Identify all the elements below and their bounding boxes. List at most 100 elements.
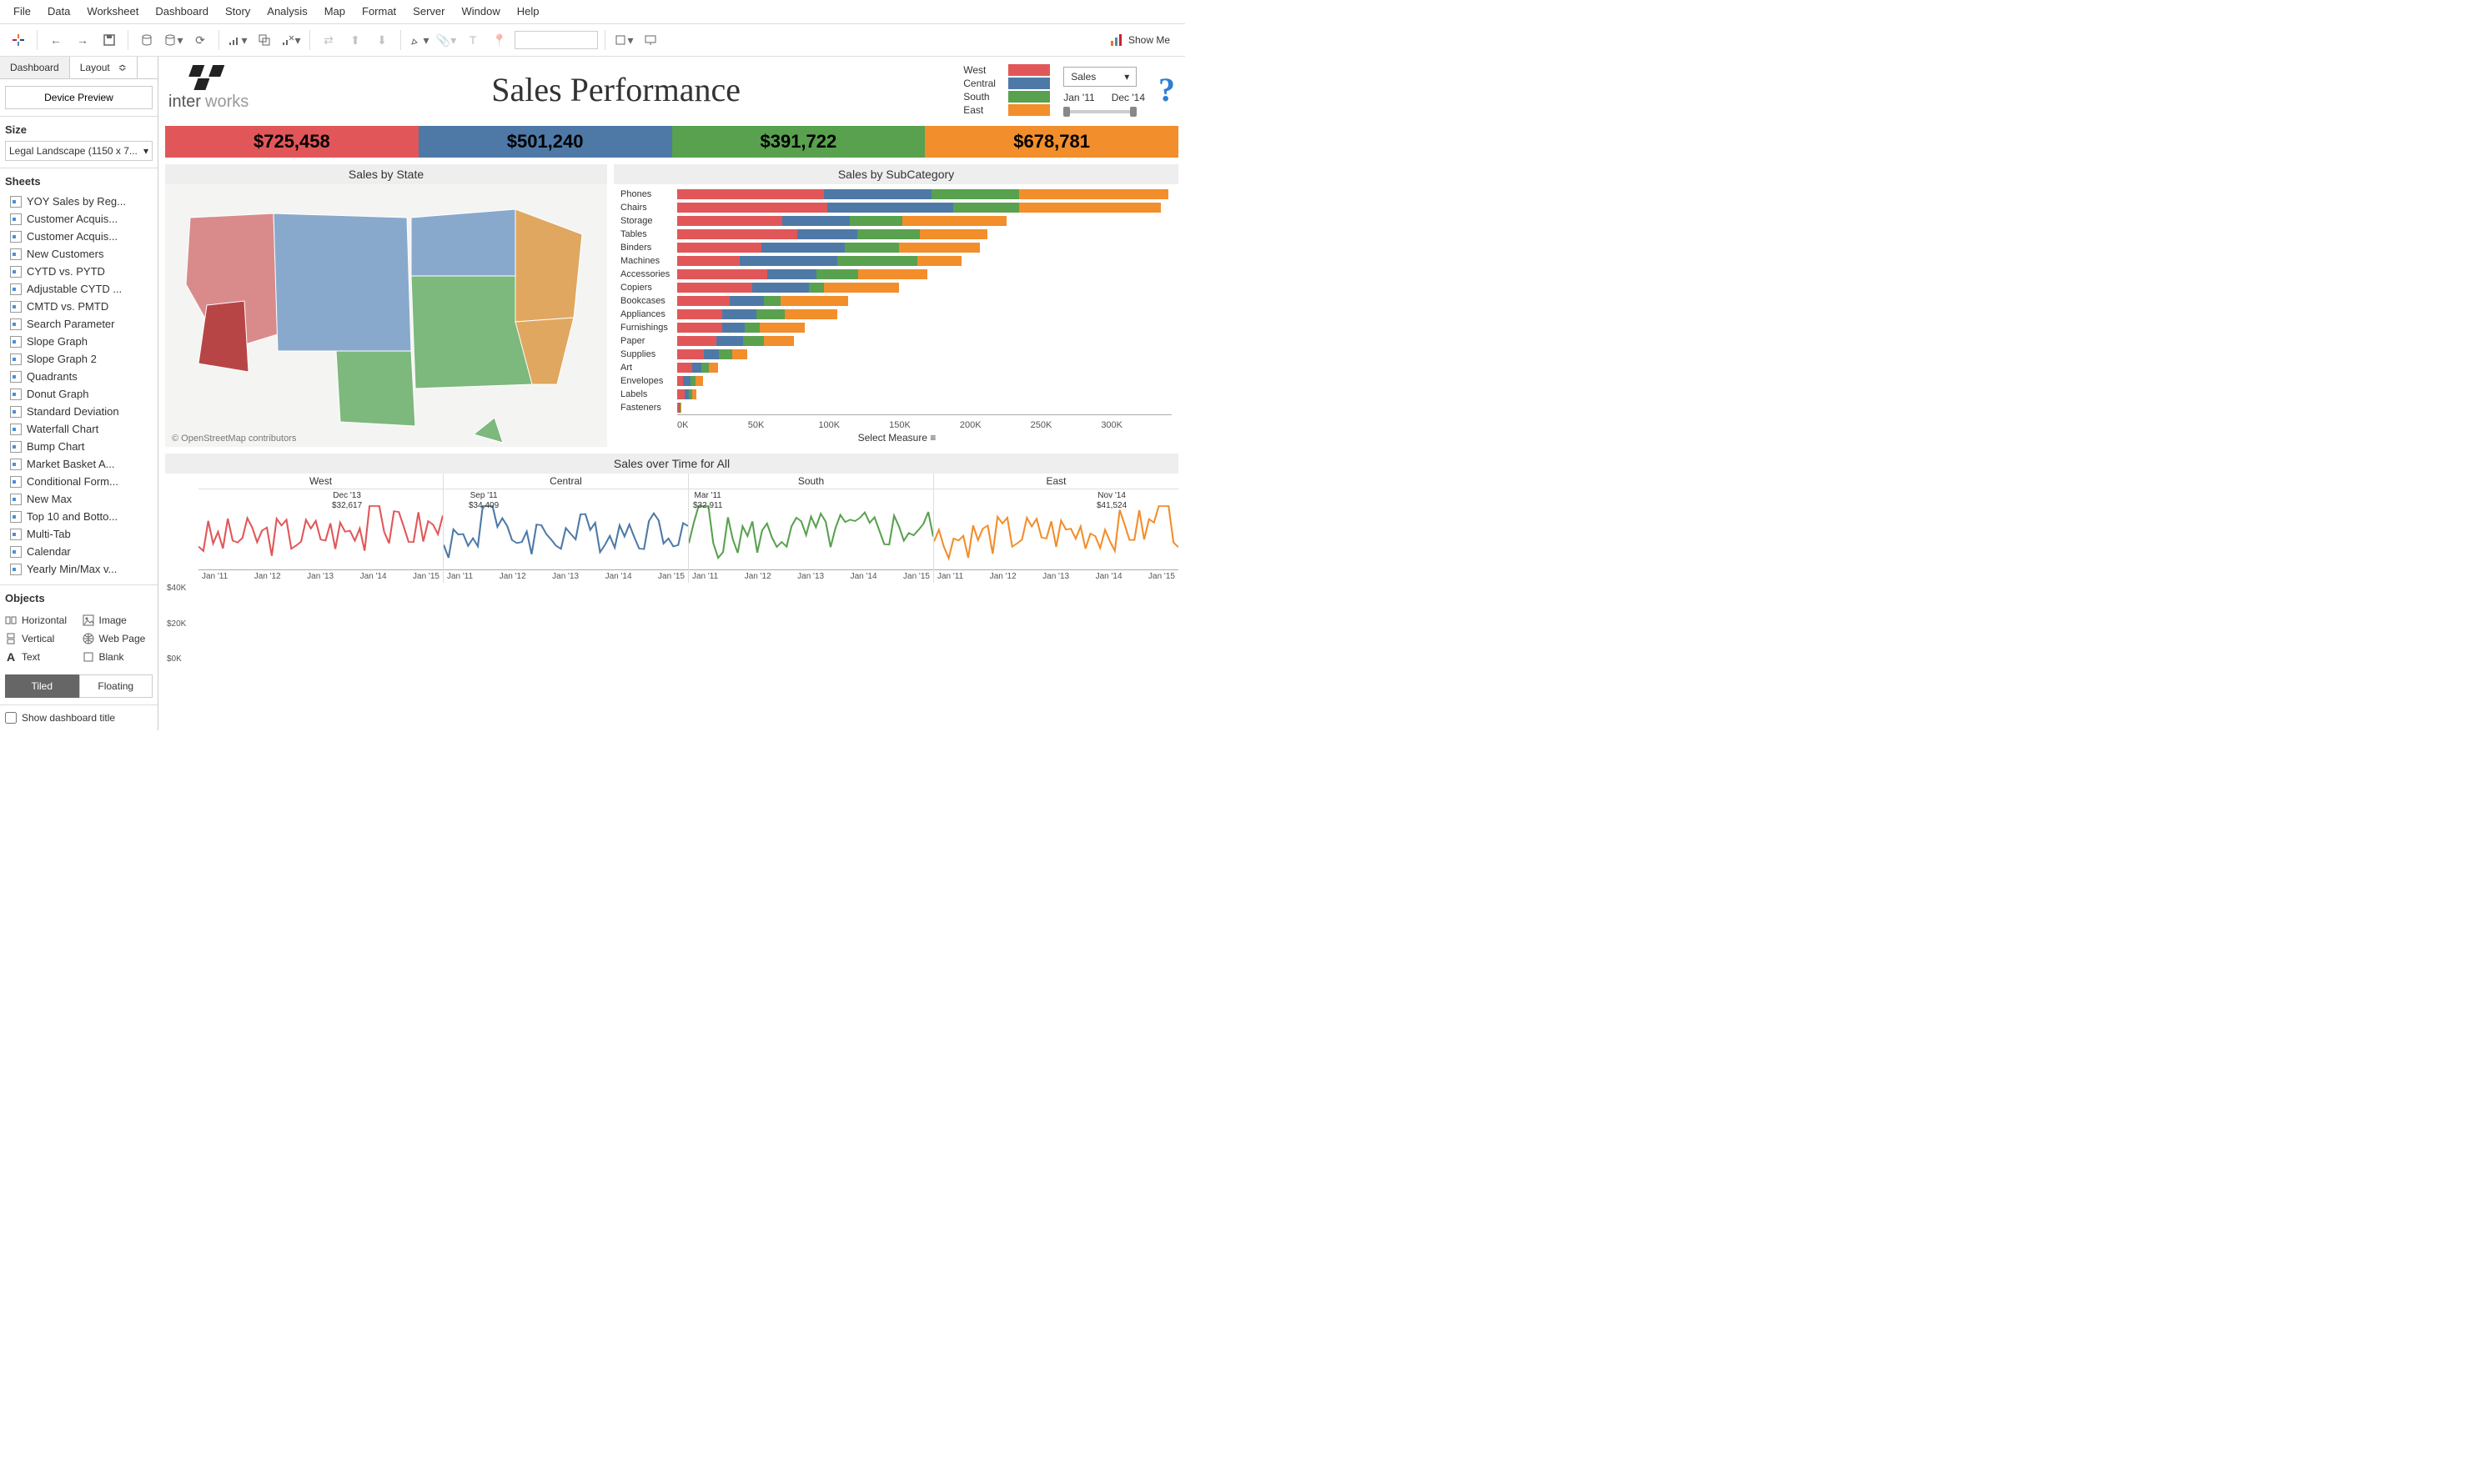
sheet-item[interactable]: Conditional Form... (5, 473, 153, 490)
refresh-icon[interactable]: ⟳ (188, 28, 212, 52)
menu-worksheet[interactable]: Worksheet (78, 2, 147, 21)
bar-row[interactable]: Bookcases (620, 294, 1172, 308)
time-panel-east[interactable]: EastNov '14$41,524Jan '11Jan '12Jan '13J… (934, 474, 1178, 583)
sheet-item[interactable]: Slope Graph (5, 333, 153, 350)
time-panel-central[interactable]: CentralSep '11$34,409Jan '11Jan '12Jan '… (444, 474, 689, 583)
clear-sheet-icon[interactable]: ▾ (279, 28, 303, 52)
bar-row[interactable]: Accessories (620, 268, 1172, 281)
bar-row[interactable]: Appliances (620, 308, 1172, 321)
sheet-item[interactable]: Quadrants (5, 368, 153, 385)
object-web[interactable]: Web Page (83, 631, 153, 646)
group-icon[interactable]: 📎▾ (434, 28, 458, 52)
sheet-item[interactable]: Yearly Min/Max v... (5, 560, 153, 578)
date-slider[interactable] (1063, 110, 1137, 113)
legend-item[interactable]: Central (963, 78, 1050, 89)
tableau-logo-icon[interactable] (7, 28, 30, 52)
sales-map[interactable]: © OpenStreetMap contributors (165, 184, 607, 447)
duplicate-sheet-icon[interactable] (253, 28, 276, 52)
sheet-item[interactable]: Calendar (5, 543, 153, 560)
bar-row[interactable]: Tables (620, 228, 1172, 241)
sheet-item[interactable]: Slope Graph 2 (5, 350, 153, 368)
object-image[interactable]: Image (83, 613, 153, 628)
sheet-item[interactable]: Waterfall Chart (5, 420, 153, 438)
menu-file[interactable]: File (5, 2, 39, 21)
new-datasource-icon[interactable] (135, 28, 158, 52)
sheet-item[interactable]: Market Basket A... (5, 455, 153, 473)
object-layout-v[interactable]: Vertical (5, 631, 76, 646)
sheet-item[interactable]: Customer Acquis... (5, 210, 153, 228)
bar-row[interactable]: Art (620, 361, 1172, 374)
time-panel-south[interactable]: SouthMar '11$32,911Jan '11Jan '12Jan '13… (689, 474, 934, 583)
presentation-icon[interactable] (639, 28, 662, 52)
sheet-item[interactable]: Top 10 and Botto... (5, 508, 153, 525)
tiled-button[interactable]: Tiled (5, 674, 79, 698)
sheet-item[interactable]: Customer Acquis... (5, 228, 153, 245)
sheet-item[interactable]: CYTD vs. PYTD (5, 263, 153, 280)
sheet-item[interactable]: Adjustable CYTD ... (5, 280, 153, 298)
sheet-item[interactable]: Multi-Tab (5, 525, 153, 543)
object-text[interactable]: AText (5, 649, 76, 664)
menu-map[interactable]: Map (316, 2, 354, 21)
bar-row[interactable]: Phones (620, 188, 1172, 201)
sheet-item[interactable]: New Customers (5, 245, 153, 263)
undo-icon[interactable]: ← (44, 28, 68, 52)
new-worksheet-icon[interactable]: ▾ (226, 28, 249, 52)
bar-row[interactable]: Fasteners (620, 401, 1172, 414)
bar-row[interactable]: Binders (620, 241, 1172, 254)
sheet-item[interactable]: YOY Sales by Reg... (5, 193, 153, 210)
sheet-item[interactable]: New Max (5, 490, 153, 508)
time-panel-west[interactable]: WestDec '13$32,617Jan '11Jan '12Jan '13J… (198, 474, 444, 583)
bar-row[interactable]: Furnishings (620, 321, 1172, 334)
menu-story[interactable]: Story (217, 2, 259, 21)
tab-layout[interactable]: Layout ≎ (70, 57, 138, 78)
measure-select[interactable]: Sales▾ (1063, 67, 1137, 87)
size-dropdown[interactable]: Legal Landscape (1150 x 7...▾ (5, 141, 153, 161)
show-title-checkbox[interactable] (5, 712, 17, 724)
tab-dashboard[interactable]: Dashboard (0, 57, 70, 78)
bar-row[interactable]: Labels (620, 388, 1172, 401)
menu-format[interactable]: Format (354, 2, 404, 21)
bar-row[interactable]: Paper (620, 334, 1172, 348)
save-icon[interactable] (98, 28, 121, 52)
redo-icon[interactable]: → (71, 28, 94, 52)
subcategory-bars[interactable]: PhonesChairsStorageTablesBindersMachines… (614, 184, 1178, 434)
legend-item[interactable]: South (963, 91, 1050, 103)
callout: Nov '14$41,524 (1097, 491, 1127, 511)
legend-item[interactable]: East (963, 104, 1050, 116)
blank-icon (83, 651, 94, 663)
pause-updates-icon[interactable]: ▾ (162, 28, 185, 52)
bar-row[interactable]: Chairs (620, 201, 1172, 214)
sheet-item[interactable]: CMTD vs. PMTD (5, 298, 153, 315)
search-input[interactable] (515, 31, 598, 49)
legend-item[interactable]: West (963, 64, 1050, 76)
show-me-button[interactable]: Show Me (1102, 30, 1178, 50)
menu-window[interactable]: Window (453, 2, 508, 21)
show-labels-icon[interactable]: T (461, 28, 485, 52)
menu-help[interactable]: Help (509, 2, 548, 21)
menu-data[interactable]: Data (39, 2, 78, 21)
help-icon[interactable]: ? (1158, 70, 1175, 109)
sheet-item[interactable]: Donut Graph (5, 385, 153, 403)
object-layout-h[interactable]: Horizontal (5, 613, 76, 628)
menu-dashboard[interactable]: Dashboard (147, 2, 217, 21)
bar-row[interactable]: Copiers (620, 281, 1172, 294)
floating-button[interactable]: Floating (79, 674, 153, 698)
bar-row[interactable]: Envelopes (620, 374, 1172, 388)
pin-icon[interactable]: 📍 (488, 28, 511, 52)
menu-analysis[interactable]: Analysis (259, 2, 315, 21)
menu-server[interactable]: Server (404, 2, 453, 21)
bar-row[interactable]: Storage (620, 214, 1172, 228)
swap-icon[interactable]: ⇄ (317, 28, 340, 52)
sheet-item[interactable]: Bump Chart (5, 438, 153, 455)
bar-row[interactable]: Machines (620, 254, 1172, 268)
sheet-item[interactable]: Search Parameter (5, 315, 153, 333)
bar-row[interactable]: Supplies (620, 348, 1172, 361)
fit-dropdown-icon[interactable]: ▾ (612, 28, 635, 52)
sort-asc-icon[interactable]: ⬆ (344, 28, 367, 52)
sort-desc-icon[interactable]: ⬇ (370, 28, 394, 52)
device-preview-button[interactable]: Device Preview (5, 86, 153, 109)
highlight-icon[interactable]: ▾ (408, 28, 431, 52)
object-blank[interactable]: Blank (83, 649, 153, 664)
sales-over-time[interactable]: $40K $20K $0K WestDec '13$32,617Jan '11J… (198, 474, 1178, 583)
sheet-item[interactable]: Standard Deviation (5, 403, 153, 420)
